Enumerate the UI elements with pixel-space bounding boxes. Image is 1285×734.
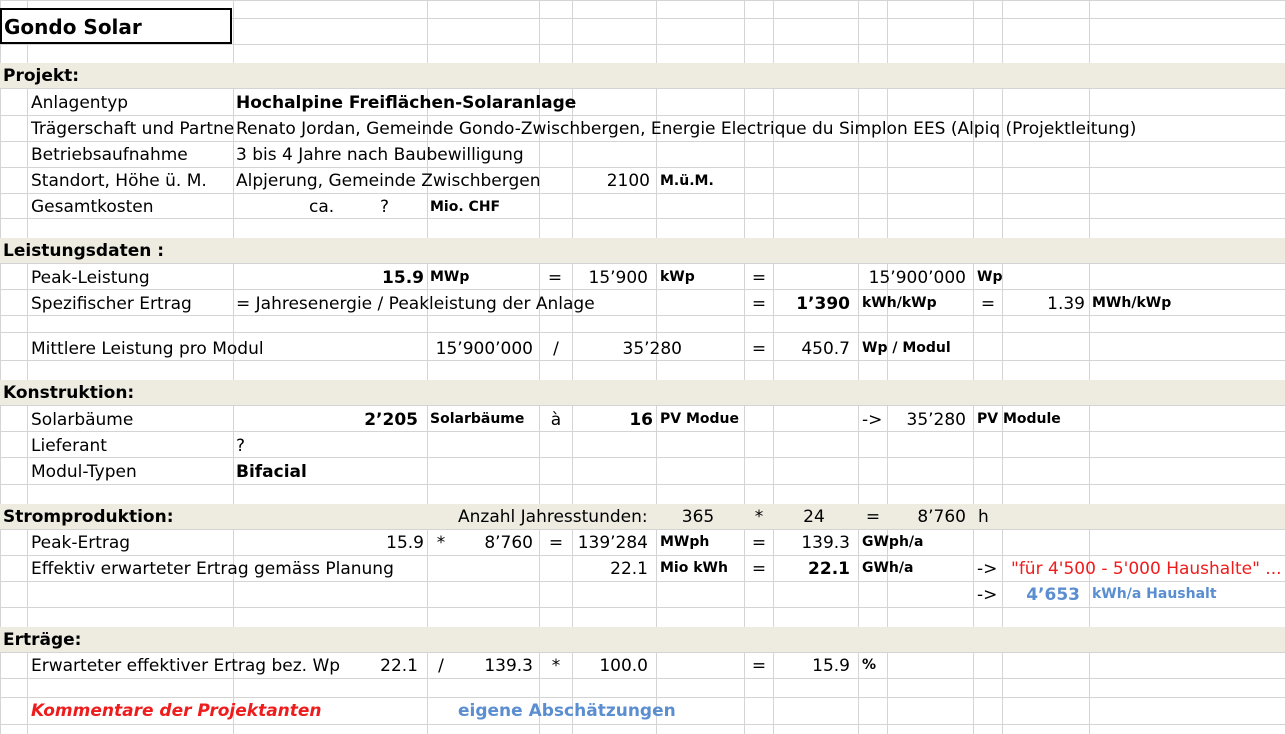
section-band-projekt [0,63,1285,88]
effektiv-mio-value: 22.1 [610,559,648,579]
jahresstunden-label: Anzahl Jahresstunden: [458,507,648,527]
solarbaeume-value: 2’205 [364,410,418,430]
peak-wp-unit: Wp [977,269,1003,285]
haushalt-value: 4’653 [1026,585,1080,605]
peak-ertrag-hours: 8’760 [484,533,533,553]
section-leistungsdaten: Leistungsdaten : [3,241,165,261]
betriebsaufnahme-label: Betriebsaufnahme [31,145,188,165]
spez-ertrag-formula: = Jahresenergie / Peakleistung der Anlag… [236,294,595,314]
mittlere-wp-value: 15’900’000 [435,339,533,359]
legend-kommentare: Kommentare der Projektanten [31,701,322,721]
hoehe-value: 2100 [606,171,650,191]
traegerschaft-value: Renato Jordan, Gemeinde Gondo-Zwischberg… [236,119,1137,139]
haushalte-comment: "für 4'500 - 5'000 Haushalte" ... [1011,561,1281,578]
solarbaeume-label: Solarbäume [31,410,134,430]
spez-ertrag-unit: kWh/kWp [862,295,937,311]
mittlere-value: 450.7 [801,339,850,359]
effektiv-mio-unit: Mio kWh [660,560,728,576]
ertrag-v1: 22.1 [380,656,418,676]
spez-ertrag-value: 1’390 [796,294,850,314]
haushalt-unit: kWh/a Haushalt [1092,586,1217,602]
anlagentyp-value: Hochalpine Freiflächen-Solaranlage [236,93,577,113]
anlagentyp-label: Anlagentyp [31,93,129,113]
peak-ertrag-mwph-unit: MWph [660,534,710,550]
section-band-leistung [0,238,1285,263]
peak-ertrag-gwph-unit: GWph/a [862,534,924,550]
spez-eq-2: = [980,294,996,314]
ertrag-slash: / [438,656,444,676]
lieferant-label: Lieferant [31,436,107,456]
jahres-eq: = [865,507,881,527]
kosten-ca: ca. [309,197,335,217]
peak-ertrag-gwph: 139.3 [801,533,850,553]
section-band-ertraege [0,627,1285,652]
peak-kwp-unit: kWp [660,269,695,285]
lieferant-value: ? [236,436,246,456]
modul-typen-label: Modul-Typen [31,462,137,482]
gridlines [0,0,1285,734]
modul-typen-value: Bifacial [236,462,307,482]
ertrag-v3: 100.0 [599,656,648,676]
haushalte-arrow: -> [977,559,998,579]
mittlere-unit: Wp / Modul [862,340,951,356]
betriebsaufnahme-value: 3 bis 4 Jahre nach Baubewilligung [236,145,524,165]
konstruktion-arrow: -> [862,410,883,430]
peak-eq-2: = [751,268,767,288]
effektiv-gwh-value: 22.1 [808,559,850,579]
section-projekt: Projekt: [3,66,80,86]
gesamtkosten-label: Gesamtkosten [31,197,154,217]
section-stromproduktion: Stromproduktion: [3,507,174,527]
mittlere-modules-value: 35’280 [622,339,682,359]
ertrag-unit: % [862,657,877,673]
peak-ertrag-mwph: 139’284 [577,533,648,553]
spez-ertrag-label: Spezifischer Ertrag [31,294,192,314]
module-per-tree-unit: PV Modue [660,411,740,427]
peak-mwp-value: 15.9 [382,268,424,288]
peak-ertrag-times: * [436,533,446,553]
standort-label: Standort, Höhe ü. M. [31,171,207,191]
hoehe-unit: M.ü.M. [660,173,714,189]
ertrag-times: * [551,656,561,676]
total-hours-value: 8’760 [917,507,966,527]
peak-ertrag-label: Peak-Ertrag [31,533,131,553]
ertrag-result: 15.9 [812,656,850,676]
peak-wp-value: 15’900’000 [868,268,966,288]
standort-value: Alpjerung, Gemeinde Zwischbergen [236,171,541,191]
section-ertraege: Erträge: [3,630,82,650]
peak-ertrag-eq: = [548,533,564,553]
peak-mwp-unit: MWp [430,269,470,285]
hours-unit: h [978,507,989,527]
jahres-times: * [754,507,764,527]
mittlere-leistung-label: Mittlere Leistung pro Modul [31,339,264,359]
ertrag-v2: 139.3 [484,656,533,676]
ertrag-wp-label: Erwarteter effektiver Ertrag bez. Wp [31,656,341,676]
spreadsheet[interactable]: Gondo Solar Projekt: Leistungsdaten : Ko… [0,0,1285,734]
module-per-tree-value: 16 [629,410,653,430]
peak-kwp-value: 15’900 [588,268,648,288]
kosten-unit: Mio. CHF [430,199,501,215]
effektiv-ertrag-label: Effektiv erwarteter Ertrag gemäss Planun… [31,559,394,579]
page-title: Gondo Solar [4,15,142,39]
traegerschaft-label: Trägerschaft und Partne [31,119,235,139]
effektiv-gwh-unit: GWh/a [862,560,914,576]
section-band-konstruktion [0,380,1285,405]
a-sign: à [550,410,562,430]
kosten-value: ? [380,197,390,217]
section-konstruktion: Konstruktion: [3,383,135,403]
hours-value: 24 [803,507,825,527]
legend-eigene: eigene Abschätzungen [458,701,676,721]
peak-ertrag-mw: 15.9 [386,533,424,553]
module-total-value: 35’280 [906,410,966,430]
peak-eq-1: = [547,268,563,288]
spez-mwh-value: 1.39 [1047,294,1085,314]
days-value: 365 [681,507,715,527]
module-total-unit: PV Module [977,411,1061,427]
peak-leistung-label: Peak-Leistung [31,268,150,288]
spez-mwh-unit: MWh/kWp [1092,295,1172,311]
haushalt-arrow: -> [977,585,998,605]
solarbaeume-unit: Solarbäume [430,411,525,427]
mittlere-slash: / [553,339,559,359]
